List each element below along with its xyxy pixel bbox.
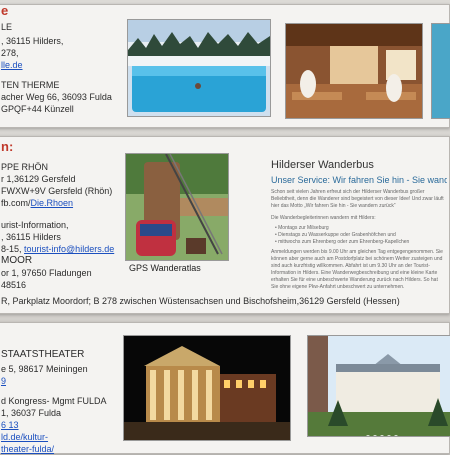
facebook-line: fb.com/Die.Rhoen [1, 198, 74, 208]
email-line: 8-15, tourist-info@hilders.de [1, 243, 114, 255]
card-heading: e [1, 3, 9, 18]
theater-night-photo[interactable] [123, 335, 291, 441]
carousel-dots[interactable] [366, 426, 401, 436]
wanderbus-details: Anmeldungen werden bis 9.00 Uhr am gleic… [271, 249, 443, 290]
listing-card-theater: STAATSTHEATER e 5, 98617 Meiningen 9 d K… [0, 322, 450, 454]
card-line: 278, [1, 48, 19, 58]
card-line: MOOR [1, 255, 33, 266]
palace-illustration [308, 336, 450, 436]
outdoor-pool-illustration [128, 20, 270, 112]
card-line: , 36115 Hilders, [1, 36, 64, 46]
card-line: FWXW+9V Gersfeld (Rhön) [1, 186, 113, 196]
wanderbus-list-item: • Dienstags zu Wasserkuppe oder Grabenhö… [275, 232, 396, 238]
therme-title: TEN THERME [1, 80, 60, 90]
wanderbus-title: Hilderser Wanderbus [271, 159, 374, 171]
hours-text: 8-15, [1, 244, 22, 254]
card-line: r 1,36129 Gersfeld [1, 174, 76, 184]
listing-card-spa: e LE , 36115 Hilders, 278, lle.de TEN TH… [0, 4, 450, 128]
card-line: d Kongress- Mgmt FULDA [1, 396, 107, 406]
carousel-dot[interactable] [380, 435, 384, 436]
card-line: 48516 [1, 280, 27, 290]
palace-photo[interactable] [307, 335, 450, 437]
phone-link[interactable]: 9 [1, 375, 6, 387]
theater-illustration [124, 336, 290, 440]
therme-address: acher Weg 66, 36093 Fulda [1, 92, 112, 102]
partial-photo[interactable] [431, 23, 450, 119]
hiking-illustration [126, 154, 228, 260]
card-line: 1, 36037 Fulda [1, 408, 62, 418]
website-link[interactable]: ld.de/kultur- [1, 431, 48, 443]
website-link[interactable]: theater-fulda/ [1, 443, 54, 455]
hiking-photo[interactable] [125, 153, 229, 261]
wanderbus-list-item: • Montags zur Milseburg [275, 225, 329, 231]
wanderbus-list-title: Die Wanderbegleiterinnen wandern mit Hil… [271, 215, 376, 221]
website-link[interactable]: lle.de [1, 59, 23, 71]
card-line: , 36115 Hilders [1, 232, 61, 242]
theater-title: STAATSTHEATER [1, 349, 85, 360]
wanderbus-intro: Schon seit vielen Jahren erfreut sich de… [271, 189, 444, 209]
outdoor-pool-photo[interactable] [127, 19, 271, 117]
facebook-link[interactable]: Die.Rhoen [31, 198, 74, 208]
wanderbus-list-item: • mittwochs zum Ehrenberg oder zum Ehren… [275, 239, 410, 245]
carousel-dot[interactable] [387, 435, 391, 436]
card-line: e 5, 98617 Meiningen [1, 364, 88, 374]
carousel-dot[interactable] [394, 435, 398, 436]
therme-plus-code: GPQF+44 Künzell [1, 104, 74, 114]
card-heading: n: [1, 139, 14, 154]
parking-address: R, Parkplatz Moordorf; B 278 zwischen Wü… [1, 296, 400, 306]
wanderbus-subtitle: Unser Service: Wir fahren Sie hin - Sie … [271, 175, 447, 185]
phone-link[interactable]: 6 13 [1, 419, 19, 431]
carousel-dot[interactable] [366, 435, 370, 436]
image-caption: GPS Wanderatlas [129, 263, 201, 273]
sauna-illustration [286, 24, 422, 118]
card-line: LE [1, 22, 13, 32]
card-line: urist-Information, [1, 220, 69, 230]
sauna-photo[interactable] [285, 23, 423, 119]
email-link[interactable]: tourist-info@hilders.de [24, 244, 114, 254]
card-line: or 1, 97650 Fladungen [1, 268, 92, 278]
page: e LE , 36115 Hilders, 278, lle.de TEN TH… [0, 0, 450, 454]
carousel-dot[interactable] [373, 435, 377, 436]
card-line: PPE RHÖN [1, 162, 49, 172]
listing-card-hiking: n: PPE RHÖN r 1,36129 Gersfeld FWXW+9V G… [0, 136, 450, 314]
